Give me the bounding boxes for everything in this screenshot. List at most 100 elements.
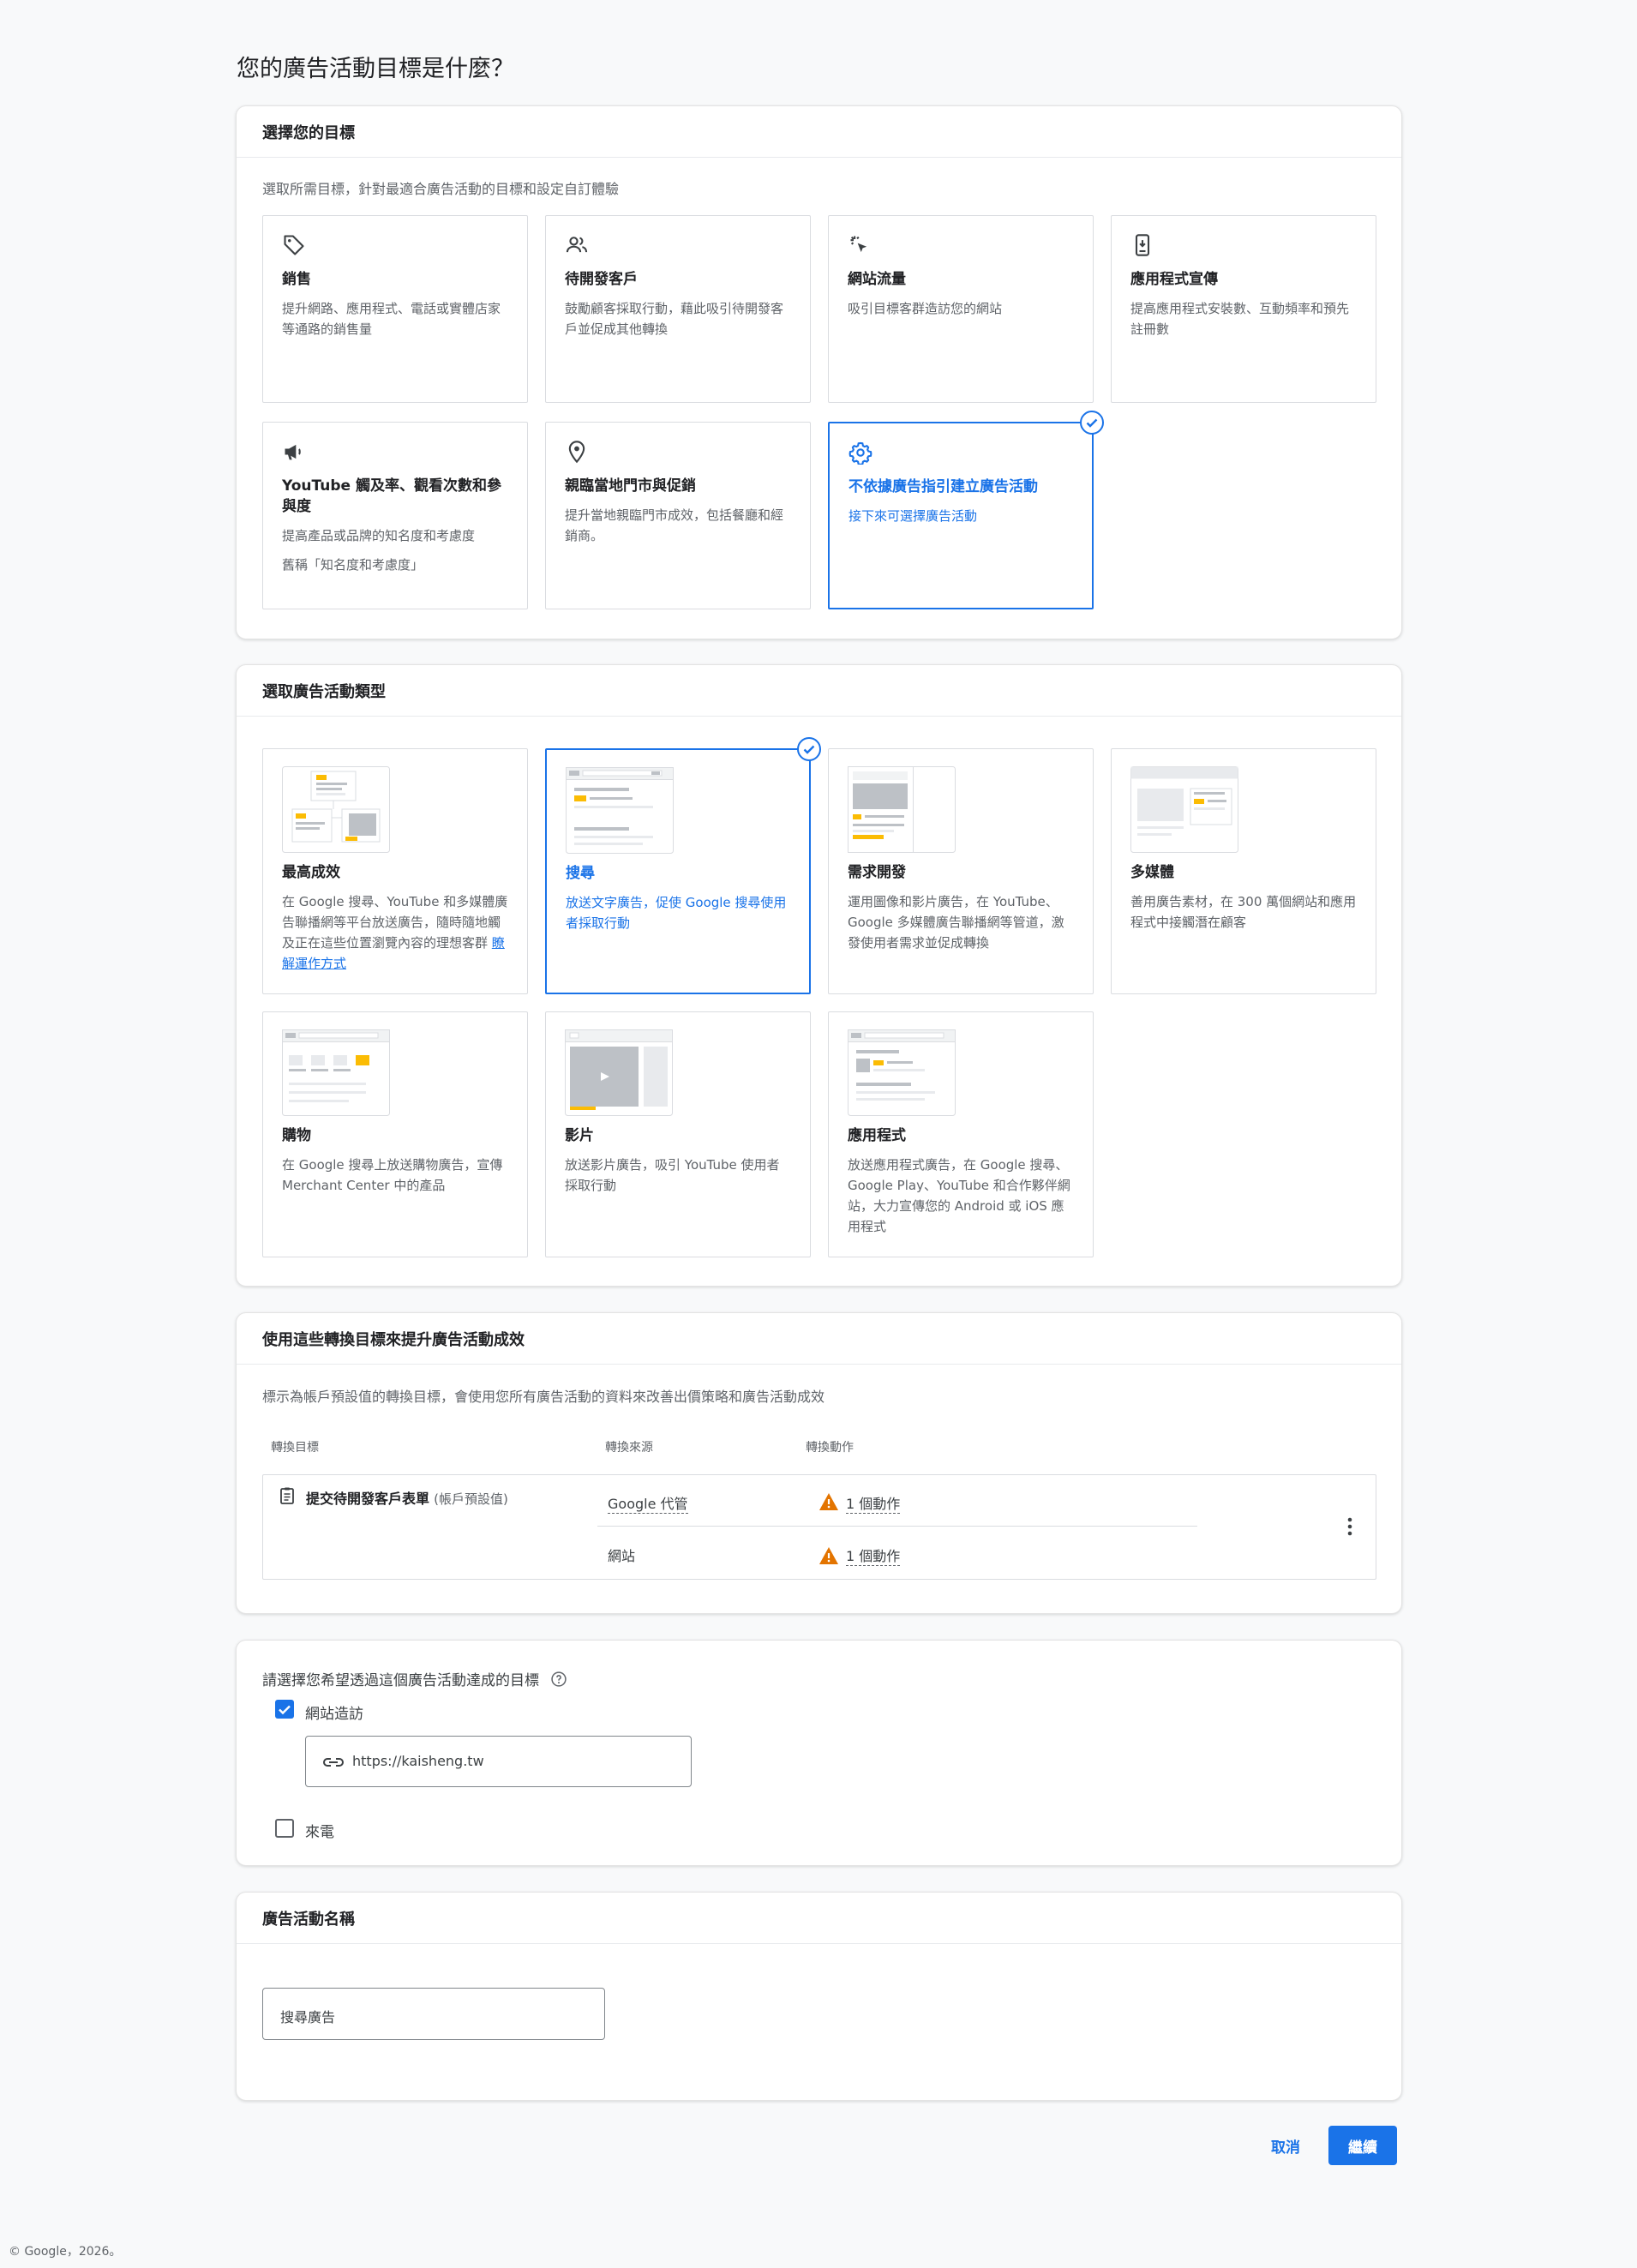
tile-title: 搜尋 [566, 865, 595, 882]
tile-desc: 放送文字廣告，促使 Google 搜尋使用者採取行動 [566, 895, 787, 931]
cursor-click-icon [848, 233, 872, 257]
campaign-type-card: 選取廣告活動類型 最高成效 在 Google 搜尋、YouTube 和多媒體廣告… [236, 664, 1402, 1287]
warning-icon [818, 1546, 839, 1569]
campaign-type-tile-shopping[interactable]: 購物 在 Google 搜尋上放送購物廣告，宣傳 Merchant Center… [262, 1011, 528, 1257]
footer-copyright: © Google，2026。 [9, 2245, 122, 2259]
tile-desc: 放送應用程式廣告，在 Google 搜尋、Google Play、YouTube… [848, 1157, 1070, 1234]
objective-description: 選取所需目標，針對最適合廣告活動的目標和設定自訂體驗 [262, 181, 620, 197]
tile-title: 最高成效 [282, 864, 340, 881]
campaign-type-tile-performance-max[interactable]: 最高成效 在 Google 搜尋、YouTube 和多媒體廣告聯播網等平台放送廣… [262, 748, 528, 994]
campaign-name-input[interactable]: 搜尋廣告 [262, 1988, 605, 2040]
campaign-name-card: 廣告活動名稱 搜尋廣告 [236, 1892, 1402, 2101]
website-url-field[interactable]: https://kaisheng.tw [305, 1736, 692, 1787]
phone-call-label: 來電 [305, 1824, 334, 1841]
action-count-link[interactable]: 1 個動作 [846, 1492, 901, 1514]
selected-check-icon [1080, 411, 1104, 435]
tile-title: 應用程式 [848, 1127, 906, 1144]
goal-question: 請選擇您希望透過這個廣告活動達成的目標 [262, 1668, 567, 1692]
objective-card: 選擇您的目標 選取所需目標，針對最適合廣告活動的目標和設定自訂體驗 銷售 提升網… [236, 105, 1402, 639]
objective-tile-app-promo[interactable]: 應用程式宣傳 提高應用程式安裝數、互動頻率和預先註冊數 [1111, 215, 1376, 403]
tile-desc: 吸引目標客群造訪您的網站 [848, 301, 1003, 316]
tile-title: 購物 [282, 1127, 311, 1144]
people-icon [565, 233, 589, 257]
phone-download-icon [1130, 233, 1154, 257]
tile-desc: 提升網路、應用程式、電話或實體店家等通路的銷售量 [282, 301, 501, 337]
goal-name: 提交待開發客戶表單 [306, 1491, 430, 1507]
app-thumbnail [848, 1029, 956, 1116]
phone-call-checkbox[interactable] [275, 1819, 294, 1838]
video-thumbnail [565, 1029, 673, 1116]
source-website: 網站 [608, 1548, 636, 1564]
column-header-action: 轉換動作 [806, 1441, 854, 1455]
shopping-thumbnail [282, 1029, 390, 1116]
website-url-value: https://kaisheng.tw [352, 1753, 484, 1769]
objective-header: 選擇您的目標 [237, 106, 1401, 158]
tile-title: 銷售 [282, 271, 311, 288]
continue-button[interactable]: 繼續 [1328, 2126, 1397, 2165]
tile-title: 應用程式宣傳 [1130, 271, 1218, 288]
campaign-type-tile-demand-gen[interactable]: 需求開發 運用圖像和影片廣告，在 YouTube、Google 多媒體廣告聯播網… [828, 748, 1094, 994]
goal-default-tag: (帳戶預設值) [434, 1491, 508, 1507]
tile-desc: 放送影片廣告，吸引 YouTube 使用者採取行動 [565, 1157, 780, 1193]
website-visit-checkbox[interactable] [275, 1700, 294, 1719]
link-icon [321, 1752, 345, 1776]
campaign-type-tile-display[interactable]: 多媒體 善用廣告素材，在 300 萬個網站和應用程式中接觸潛在顧客 [1111, 748, 1376, 994]
tile-title: 影片 [565, 1127, 594, 1144]
column-header-goal: 轉換目標 [271, 1441, 319, 1455]
performance-max-thumbnail [282, 766, 390, 853]
objective-tile-sales[interactable]: 銷售 提升網路、應用程式、電話或實體店家等通路的銷售量 [262, 215, 528, 403]
conversion-goals-card: 使用這些轉換目標來提升廣告活動成效 標示為帳戶預設值的轉換目標，會使用您所有廣告… [236, 1312, 1402, 1614]
objective-tile-no-guidance[interactable]: 不依據廣告指引建立廣告活動 接下來可選擇廣告活動 [828, 422, 1094, 609]
tag-icon [282, 233, 306, 257]
campaign-type-tile-search[interactable]: 搜尋 放送文字廣告，促使 Google 搜尋使用者採取行動 [545, 748, 811, 994]
tile-title: 親臨當地門市與促銷 [565, 477, 696, 495]
tile-title: 不依據廣告指引建立廣告活動 [848, 478, 1038, 495]
page-title: 您的廣告活動目標是什麼？ [237, 56, 514, 82]
tile-title: YouTube 觸及率、觀看次數和參與度 [282, 477, 501, 515]
tile-desc: 在 Google 搜尋、YouTube 和多媒體廣告聯播網等平台放送廣告，隨時隨… [282, 891, 508, 974]
tile-desc-former-name: 舊稱「知名度和考慮度」 [282, 557, 424, 573]
conversion-source-row: 網站 1 個動作 [597, 1527, 1197, 1579]
megaphone-icon [282, 440, 306, 464]
tile-desc-text: 在 Google 搜尋、YouTube 和多媒體廣告聯播網等平台放送廣告，隨時隨… [282, 894, 508, 951]
help-icon[interactable] [550, 1671, 567, 1692]
conversion-source-row: Google 代管 1 個動作 [597, 1475, 1197, 1527]
location-pin-icon [565, 440, 589, 464]
tile-desc: 運用圖像和影片廣告，在 YouTube、Google 多媒體廣告聯播網等管道，激… [848, 894, 1064, 951]
conversion-goals-header: 使用這些轉換目標來提升廣告活動成效 [237, 1313, 1401, 1365]
campaign-type-header: 選取廣告活動類型 [237, 665, 1401, 717]
gear-icon [848, 441, 872, 465]
objective-tile-youtube-reach[interactable]: YouTube 觸及率、觀看次數和參與度 提高產品或品牌的知名度和考慮度 舊稱「… [262, 422, 528, 609]
more-vert-icon[interactable] [1340, 1515, 1360, 1542]
demand-gen-thumbnail [848, 766, 956, 853]
tile-desc: 提高應用程式安裝數、互動頻率和預先註冊數 [1130, 301, 1350, 337]
objective-tile-local-store[interactable]: 親臨當地門市與促銷 提升當地親臨門市成效，包括餐廳和經銷商。 [545, 422, 811, 609]
tile-desc: 鼓勵顧客採取行動，藉此吸引待開發客戶並促成其他轉換 [565, 301, 784, 337]
campaign-type-tile-app[interactable]: 應用程式 放送應用程式廣告，在 Google 搜尋、Google Play、Yo… [828, 1011, 1094, 1257]
objective-tile-traffic[interactable]: 網站流量 吸引目標客群造訪您的網站 [828, 215, 1094, 403]
campaign-type-tile-video[interactable]: 影片 放送影片廣告，吸引 YouTube 使用者採取行動 [545, 1011, 811, 1257]
goal-question-text: 請選擇您希望透過這個廣告活動達成的目標 [262, 1672, 539, 1689]
source-google-hosted[interactable]: Google 代管 [608, 1492, 688, 1514]
conversion-goal-row: 提交待開發客戶表單 (帳戶預設值) Google 代管 1 個動作 網站 1 個… [262, 1474, 1376, 1580]
selected-check-icon [797, 737, 821, 761]
search-thumbnail [566, 767, 674, 854]
warning-icon [818, 1492, 839, 1515]
action-count-link[interactable]: 1 個動作 [846, 1545, 901, 1566]
tile-desc: 在 Google 搜尋上放送購物廣告，宣傳 Merchant Center 中的… [282, 1157, 503, 1193]
tile-desc: 提高產品或品牌的知名度和考慮度 [282, 528, 476, 543]
tile-title: 需求開發 [848, 864, 906, 881]
tile-desc: 接下來可選擇廣告活動 [848, 508, 978, 524]
column-header-source: 轉換來源 [605, 1441, 653, 1455]
tile-desc: 提升當地親臨門市成效，包括餐廳和經銷商。 [565, 507, 784, 543]
campaign-name-value: 搜尋廣告 [280, 2009, 336, 2025]
conversion-goals-description: 標示為帳戶預設值的轉換目標，會使用您所有廣告活動的資料來改善出價策略和廣告活動成… [262, 1389, 825, 1405]
objective-tile-leads[interactable]: 待開發客戶 鼓勵顧客採取行動，藉此吸引待開發客戶並促成其他轉換 [545, 215, 811, 403]
website-visit-label: 網站造訪 [305, 1706, 363, 1723]
goal-label: 提交待開發客戶表單 (帳戶預設值) [306, 1487, 508, 1508]
clipboard-icon [277, 1485, 297, 1509]
tile-desc: 善用廣告素材，在 300 萬個網站和應用程式中接觸潛在顧客 [1130, 894, 1357, 930]
tile-title: 多媒體 [1130, 864, 1174, 881]
cancel-button[interactable]: 取消 [1258, 2126, 1313, 2165]
campaign-name-header: 廣告活動名稱 [237, 1893, 1401, 1944]
